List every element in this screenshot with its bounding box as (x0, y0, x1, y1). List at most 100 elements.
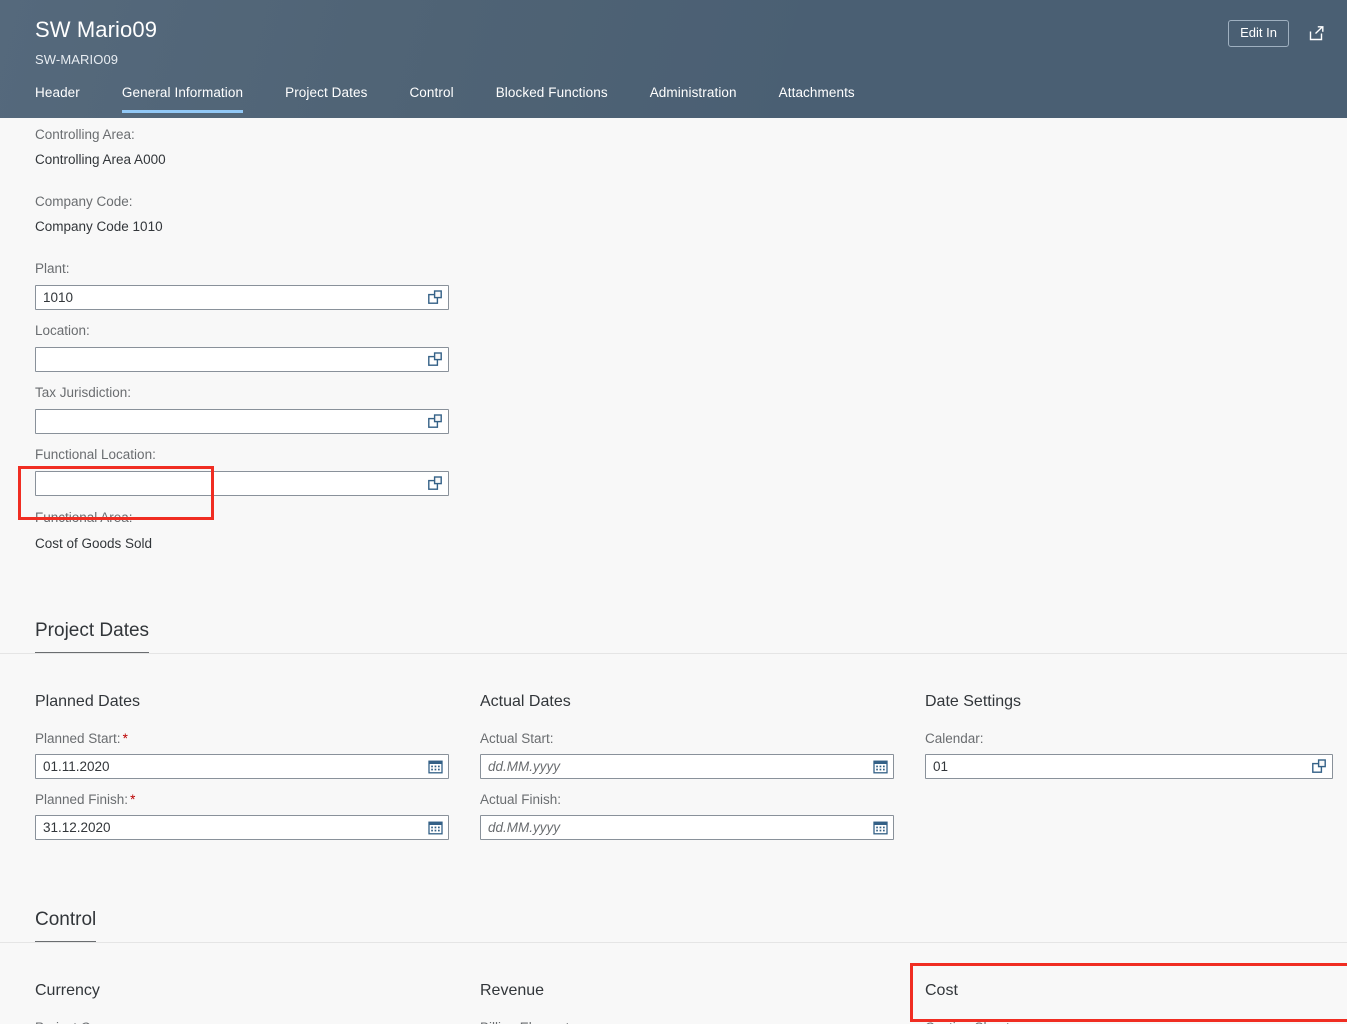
calendar-icon[interactable] (427, 759, 443, 775)
currency-heading: Currency (35, 982, 100, 999)
calendar-icon[interactable] (872, 759, 888, 775)
project-dates-section: Project Dates Planned Dates Planned Star… (0, 618, 1347, 850)
billing-element-label: Billing Element: (480, 1019, 925, 1024)
edit-in-button[interactable]: Edit In (1228, 20, 1289, 47)
project-currency-label: Project Currency: (35, 1019, 480, 1024)
tax-jurisdiction-input[interactable] (35, 409, 449, 434)
field-billing-element: Billing Element: Yes (480, 1019, 925, 1024)
field-location: Location: (35, 322, 449, 372)
section-divider (0, 653, 1347, 654)
actual-dates-column: Actual Dates Actual Start: dd.MM.yyyy Ac… (480, 691, 925, 850)
planned-finish-value: 31.12.2020 (43, 819, 111, 835)
actual-finish-input[interactable]: dd.MM.yyyy (480, 815, 894, 840)
currency-column: Currency Project Currency: European Euro… (35, 980, 480, 1024)
tab-bar: Header General Information Project Dates… (0, 84, 1347, 118)
required-indicator: * (130, 792, 136, 807)
field-actual-start: Actual Start: dd.MM.yyyy (480, 730, 925, 779)
tab-header[interactable]: Header (35, 84, 80, 113)
functional-area-label: Functional Area: (35, 510, 133, 525)
tab-control[interactable]: Control (409, 84, 453, 113)
tab-general-information[interactable]: General Information (121, 84, 244, 113)
calendar-value: 01 (933, 758, 949, 774)
header-titles: SW Mario09 SW-MARIO09 (0, 0, 1347, 69)
functional-area-value: Cost of Goods Sold (35, 536, 153, 551)
field-calendar: Calendar: 01 (925, 730, 1345, 779)
value-help-icon[interactable] (427, 476, 443, 492)
object-page-header: SW Mario09 SW-MARIO09 Edit In Header Gen… (0, 0, 1347, 118)
control-columns: Currency Project Currency: European Euro… (0, 980, 1347, 1024)
cost-column: Cost Costing Sheet: 1010PI (925, 980, 1345, 1024)
date-settings-column: Date Settings Calendar: 01 (925, 691, 1345, 850)
date-settings-heading: Date Settings (925, 693, 1022, 710)
calendar-input[interactable]: 01 (925, 754, 1333, 779)
page-subtitle: SW-MARIO09 (35, 52, 119, 67)
location-input[interactable] (35, 347, 449, 372)
control-title: Control (35, 907, 97, 943)
value-help-icon[interactable] (427, 290, 443, 306)
section-divider (0, 942, 1347, 943)
page-title: SW Mario09 (35, 17, 158, 42)
actual-start-placeholder: dd.MM.yyyy (488, 758, 561, 774)
calendar-icon[interactable] (872, 820, 888, 836)
field-actual-finish: Actual Finish: dd.MM.yyyy (480, 791, 925, 840)
field-company-code: Company Code: Company Code 1010 (35, 193, 449, 236)
project-dates-title: Project Dates (35, 618, 150, 654)
field-planned-start: Planned Start: * 01.11.2020 (35, 730, 480, 779)
planned-finish-label-row: Planned Finish: * (35, 791, 480, 809)
field-tax-jurisdiction: Tax Jurisdiction: (35, 384, 449, 434)
field-functional-location: Functional Location: (35, 446, 449, 496)
tab-blocked-functions[interactable]: Blocked Functions (496, 84, 608, 113)
company-code-label: Company Code: (35, 194, 133, 209)
planned-start-label: Planned Start: (35, 731, 121, 746)
page-content: Controlling Area: Controlling Area A000 … (0, 118, 1347, 1024)
field-planned-finish: Planned Finish: * 31.12.2020 (35, 791, 480, 840)
actual-finish-label: Actual Finish: (480, 792, 562, 807)
location-label: Location: (35, 323, 90, 338)
planned-dates-heading: Planned Dates (35, 693, 140, 710)
value-help-icon[interactable] (427, 414, 443, 430)
calendar-icon[interactable] (427, 820, 443, 836)
tab-project-dates[interactable]: Project Dates (285, 84, 367, 113)
actual-start-input[interactable]: dd.MM.yyyy (480, 754, 894, 779)
actual-finish-placeholder: dd.MM.yyyy (488, 819, 561, 835)
planned-start-label-row: Planned Start: * (35, 730, 480, 748)
field-costing-sheet: Costing Sheet: 1010PI (925, 1019, 1345, 1024)
plant-value: 1010 (43, 289, 74, 305)
control-section: Control Currency Project Currency: Europ… (0, 907, 1347, 1024)
revenue-heading: Revenue (480, 982, 545, 999)
actual-dates-heading: Actual Dates (480, 693, 571, 710)
field-project-currency: Project Currency: European Euro (EUR) (35, 1019, 480, 1024)
field-functional-area: Functional Area: Cost of Goods Sold (35, 509, 449, 553)
plant-label: Plant: (35, 261, 70, 276)
project-dates-columns: Planned Dates Planned Start: * 01.11.2020 (0, 691, 1347, 850)
planned-start-input[interactable]: 01.11.2020 (35, 754, 449, 779)
functional-location-label: Functional Location: (35, 447, 156, 462)
field-controlling-area: Controlling Area: Controlling Area A000 (35, 126, 449, 169)
tax-jurisdiction-label: Tax Jurisdiction: (35, 385, 132, 400)
planned-start-value: 01.11.2020 (43, 758, 110, 774)
value-help-icon[interactable] (1311, 759, 1327, 775)
planned-dates-column: Planned Dates Planned Start: * 01.11.2020 (35, 691, 480, 850)
calendar-label: Calendar: (925, 731, 984, 746)
required-indicator: * (122, 731, 128, 746)
planned-finish-input[interactable]: 31.12.2020 (35, 815, 449, 840)
cost-heading: Cost (925, 982, 958, 999)
plant-input[interactable]: 1010 (35, 285, 449, 310)
planned-finish-label: Planned Finish: (35, 792, 129, 807)
controlling-area-value: Controlling Area A000 (35, 152, 166, 167)
controlling-area-label: Controlling Area: (35, 127, 135, 142)
tab-attachments[interactable]: Attachments (779, 84, 855, 113)
general-information-section: Controlling Area: Controlling Area A000 … (0, 118, 1347, 553)
project-dates-header: Project Dates (0, 618, 1347, 654)
tab-administration[interactable]: Administration (650, 84, 737, 113)
costing-sheet-label: Costing Sheet: (925, 1019, 1345, 1024)
share-icon[interactable] (1303, 21, 1329, 47)
actual-start-label: Actual Start: (480, 731, 554, 746)
header-actions: Edit In (1228, 20, 1329, 47)
value-help-icon[interactable] (427, 352, 443, 368)
control-header: Control (0, 907, 1347, 943)
functional-location-input[interactable] (35, 471, 449, 496)
revenue-column: Revenue Billing Element: Yes (480, 980, 925, 1024)
field-plant: Plant: 1010 (35, 260, 449, 310)
company-code-value: Company Code 1010 (35, 219, 163, 234)
